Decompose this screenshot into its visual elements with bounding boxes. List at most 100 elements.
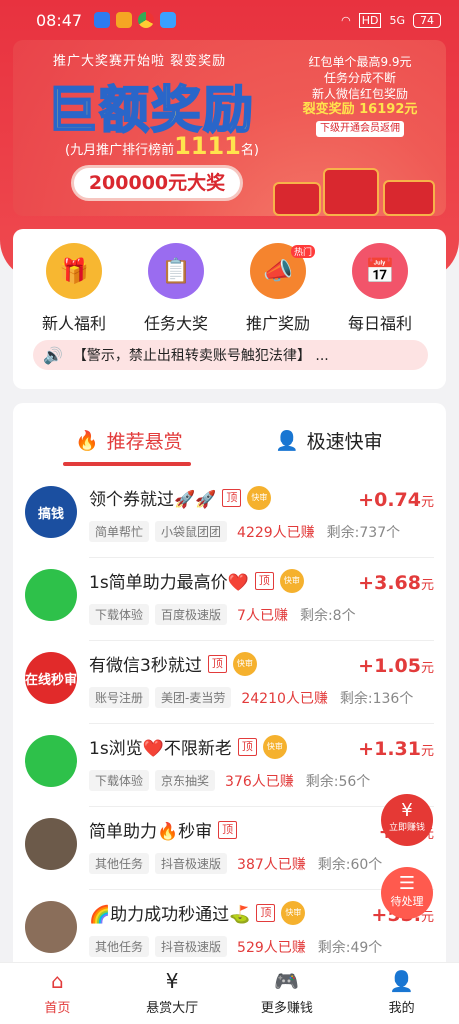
- task-app-tag: 百度极速版: [155, 604, 228, 625]
- home-icon: ⌂: [51, 969, 64, 993]
- notice-bar[interactable]: 🔊 【警示，禁止出租转卖账号触犯法律】 ...: [33, 340, 428, 370]
- notice-text: 【警示，禁止出租转卖账号触犯法律】 ...: [72, 348, 329, 364]
- task-title-text: 有微信3秒就过: [89, 656, 202, 676]
- task-price: +3.68元: [358, 572, 434, 594]
- bottom-nav: ⌂ 首页 ¥ 悬赏大厅 🎮 更多赚钱 👤 我的: [0, 962, 459, 1024]
- nav-mine[interactable]: 👤 我的: [344, 963, 459, 1024]
- menu-label: 任务大奖: [143, 314, 208, 333]
- price-value: 1.05: [374, 655, 421, 677]
- fast-review-badge: 快审: [279, 568, 304, 593]
- tab-underline: [63, 462, 191, 466]
- task-title-text: 🌈助力成功秒通过⛳: [89, 905, 251, 925]
- task-category-tag: 账号注册: [89, 687, 150, 708]
- banner-sub-button[interactable]: 下级开通会员返佣: [316, 121, 404, 137]
- task-app-tag: 美团-麦当劳: [155, 687, 232, 708]
- pin-badge: 顶: [256, 903, 276, 922]
- task-meta: 其他任务 抖音极速版 529人已赚 剩余:49个: [89, 936, 382, 957]
- nav-more-earn[interactable]: 🎮 更多赚钱: [230, 963, 345, 1024]
- banner-line-3: 新人微信红包奖励: [311, 87, 408, 101]
- tab-fast-review[interactable]: 👤 极速快审: [275, 427, 383, 454]
- menu-label: 新人福利: [41, 314, 106, 333]
- nav-label: 悬赏大厅: [146, 1001, 199, 1016]
- menu-label: 每日福利: [347, 314, 412, 333]
- red-envelopes-illustration: [253, 160, 443, 216]
- tab-recommended[interactable]: 🔥 推荐悬赏: [75, 427, 183, 454]
- pin-badge: 顶: [207, 654, 227, 673]
- task-row[interactable]: 搞钱 领个券就过🚀🚀 顶快审 +0.74元 简单帮忙 小袋鼠团团 4229人已赚 剩余:737…: [13, 475, 446, 558]
- task-category-tag: 其他任务: [89, 853, 150, 874]
- promo-banner[interactable]: 推广大奖赛开始啦 裂变奖励 巨额奖励 (九月推广排行榜前1111名) 20000…: [13, 40, 446, 216]
- fast-review-badge: 快审: [262, 734, 287, 759]
- menu-item-daily[interactable]: 📅 每日福利: [335, 243, 425, 334]
- task-earned: 529人已赚: [237, 939, 306, 956]
- task-title-text: 1s简单助力最高价❤️: [89, 573, 249, 593]
- task-avatar: [25, 569, 77, 621]
- battery-icon: 74: [413, 12, 441, 28]
- wifi-icon: ◠: [341, 13, 351, 27]
- nav-home[interactable]: ⌂ 首页: [0, 963, 115, 1024]
- task-category-tag: 其他任务: [89, 936, 150, 957]
- tab-label: 极速快审: [306, 431, 383, 453]
- status-time: 08:47: [36, 10, 83, 30]
- task-meta: 下载体验 京东抽奖 376人已赚 剩余:56个: [89, 770, 370, 791]
- task-title: 简单助力🔥秒审顶: [89, 817, 238, 842]
- task-earned: 24210人已赚: [241, 690, 328, 707]
- banner-right-column: 红包单个最高9.9元 任务分成不断 新人微信红包奖励 裂变奖励 16192元 下…: [295, 54, 425, 137]
- task-avatar: [25, 901, 77, 953]
- menu-item-newbie[interactable]: 🎁 新人福利: [29, 243, 119, 334]
- task-avatar: 搞钱: [25, 486, 77, 538]
- price-sign: +: [358, 489, 375, 511]
- chrome-icon: [138, 12, 155, 28]
- task-row[interactable]: 1s简单助力最高价❤️ 顶快审 +3.68元 下载体验 百度极速版 7人已赚 剩余:8个: [13, 558, 446, 641]
- task-meta: 账号注册 美团-麦当劳 24210人已赚 剩余:136个: [89, 687, 413, 708]
- price-sign: +: [358, 572, 375, 594]
- fast-review-badge: 快审: [232, 651, 257, 676]
- calendar-check-icon: 📅: [352, 243, 408, 299]
- price-unit: 元: [420, 744, 434, 759]
- price-unit: 元: [420, 661, 434, 676]
- task-remaining: 剩余:56个: [305, 773, 371, 790]
- avatar-text: 在线秒审: [25, 672, 77, 688]
- price-sign: +: [358, 655, 375, 677]
- nav-label: 更多赚钱: [260, 1001, 313, 1016]
- price-value: 3.68: [374, 572, 421, 594]
- gift-icon: 🎁: [46, 243, 102, 299]
- task-meta: 其他任务 抖音极速版 387人已赚 剩余:60个: [89, 853, 382, 874]
- nav-reward-hall[interactable]: ¥ 悬赏大厅: [115, 963, 230, 1024]
- pending-fab[interactable]: ☰ 待处理: [381, 867, 433, 919]
- task-meta: 简单帮忙 小袋鼠团团 4229人已赚 剩余:737个: [89, 521, 400, 542]
- task-title-text: 领个券就过🚀🚀: [89, 490, 217, 510]
- menu-item-promotion[interactable]: 📣 热门 推广奖励: [233, 243, 323, 334]
- task-title: 1s简单助力最高价❤️ 顶快审: [89, 568, 304, 593]
- task-app-tag: 抖音极速版: [155, 936, 228, 957]
- price-value: 1.31: [374, 738, 421, 760]
- fast-review-badge: 快审: [281, 900, 306, 925]
- task-title: 🌈助力成功秒通过⛳ 顶快审: [89, 900, 306, 925]
- hd-icon: HD: [358, 12, 382, 28]
- task-avatar: [25, 818, 77, 870]
- task-title: 1s浏览❤️不限新老顶快审: [89, 734, 287, 759]
- task-category-tag: 下载体验: [89, 770, 150, 791]
- task-category-tag: 简单帮忙: [89, 521, 150, 542]
- task-remaining: 剩余:737个: [326, 524, 401, 541]
- nav-label: 我的: [388, 1001, 415, 1016]
- task-title-text: 1s浏览❤️不限新老: [89, 739, 232, 759]
- task-remaining: 剩余:49个: [317, 939, 383, 956]
- task-meta: 下载体验 百度极速版 7人已赚 剩余:8个: [89, 604, 356, 625]
- menu-item-task-prize[interactable]: 📋 任务大奖: [131, 243, 221, 334]
- pin-badge: 顶: [222, 488, 242, 507]
- banner-line-1: 红包单个最高9.9元: [308, 55, 412, 69]
- withdraw-fab[interactable]: ¥ 立即赚钱: [381, 794, 433, 846]
- quick-menu-card: 🎁 新人福利 📋 任务大奖 📣 热门 推广奖励 📅 每日福利 🔊 【警示，禁止出…: [13, 229, 446, 389]
- clipboard-icon: 📋: [148, 243, 204, 299]
- task-row[interactable]: 在线秒审 有微信3秒就过顶快审 +1.05元 账号注册 美团-麦当劳 24210人已赚 剩余…: [13, 641, 446, 724]
- user-icon: 👤: [389, 969, 415, 993]
- task-category-tag: 下载体验: [89, 604, 150, 625]
- task-title: 有微信3秒就过顶快审: [89, 651, 257, 676]
- hot-badge: 热门: [290, 245, 315, 258]
- task-earned: 4229人已赚: [237, 524, 315, 541]
- banner-promo-line: 推广大奖赛开始啦 裂变奖励: [53, 54, 227, 69]
- task-earned: 376人已赚: [225, 773, 294, 790]
- rank-prefix: (九月推广排行榜前: [65, 143, 175, 158]
- task-avatar: 在线秒审: [25, 652, 77, 704]
